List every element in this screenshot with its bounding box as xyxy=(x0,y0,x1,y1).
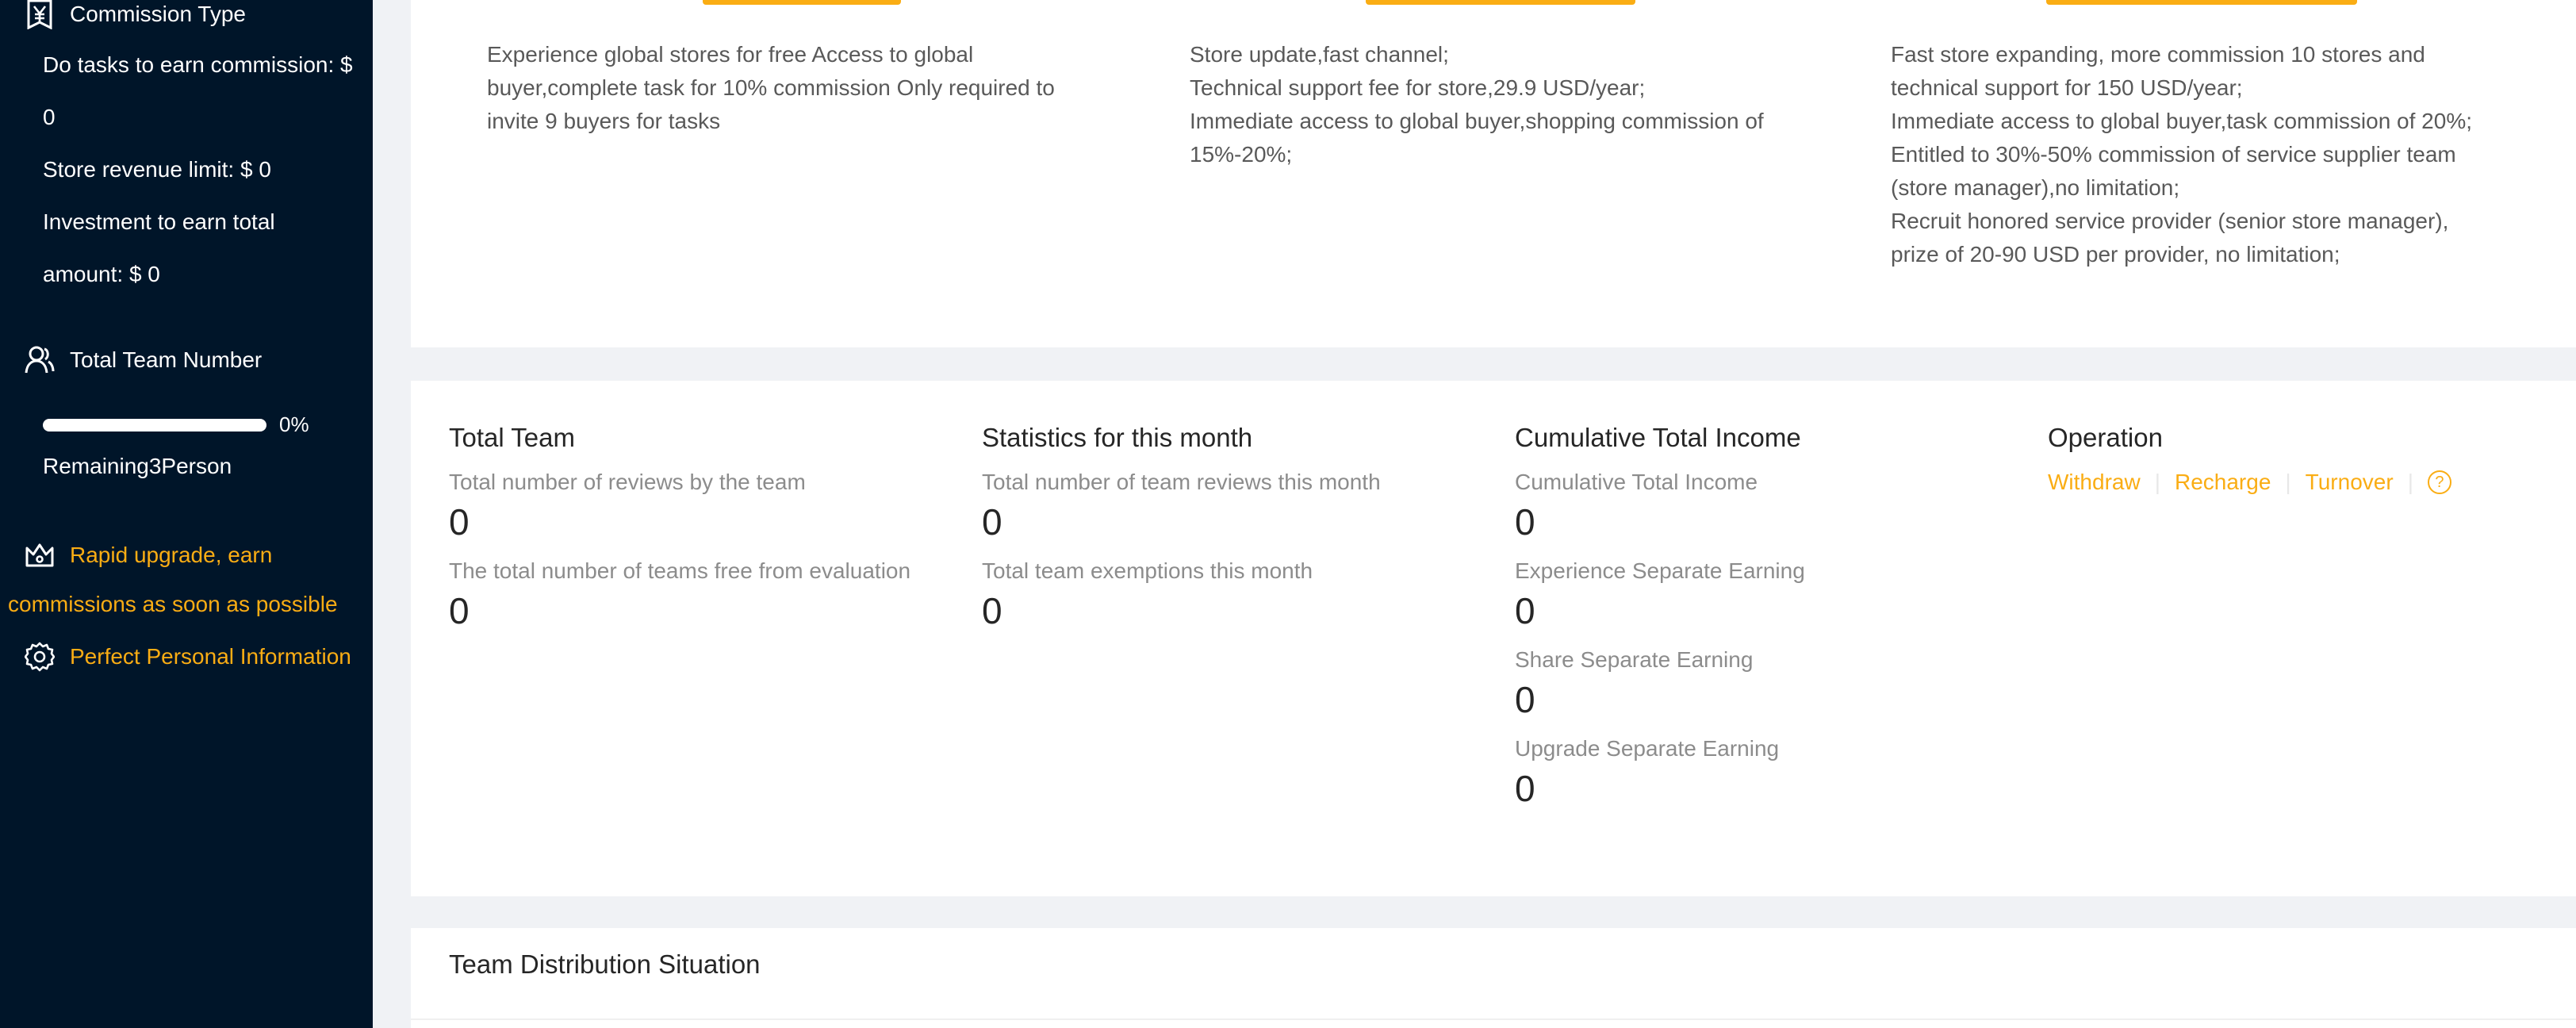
divider: | xyxy=(2407,470,2413,494)
plan-description-line: 15%-20%; xyxy=(1190,142,1293,167)
experience-earning-label: Experience Separate Earning xyxy=(1515,558,1805,583)
cumulative-income-section: Cumulative Total Income Cumulative Total… xyxy=(1515,420,1805,822)
operation-section: Operation Withdraw | Recharge | Turnover… xyxy=(2048,420,2451,498)
plan-description-line: Store update,fast channel; xyxy=(1190,42,1449,67)
total-income-value: 0 xyxy=(1515,501,1535,543)
operation-title: Operation xyxy=(2048,423,2163,452)
team-distribution-title: Team Distribution Situation xyxy=(449,949,761,979)
month-exemptions-label: Total team exemptions this month xyxy=(982,558,1313,583)
team-free-value: 0 xyxy=(449,590,470,631)
remaining-text: Remaining3Person xyxy=(43,454,232,478)
plan-description-line: Entitled to 30%-50% commission of servic… xyxy=(1891,142,2456,167)
plan-description-line: Fast store expanding, more commission 10… xyxy=(1891,42,2425,67)
plan-3-description: Fast store expanding, more commission 10… xyxy=(1891,38,2472,271)
month-reviews-value: 0 xyxy=(982,501,1002,543)
plan-description-line: Recruit honored service provider (senior… xyxy=(1891,209,2449,233)
plan-3-button-edge[interactable] xyxy=(2046,0,2357,5)
sidebar: Commission Type Do tasks to earn commiss… xyxy=(0,0,373,1028)
team-free-label: The total number of teams free from eval… xyxy=(449,558,911,583)
plan-description-line: (store manager),no limitation; xyxy=(1891,175,2180,200)
turnover-link[interactable]: Turnover xyxy=(2306,466,2394,498)
team-reviews-label: Total number of reviews by the team xyxy=(449,470,806,494)
total-income-label: Cumulative Total Income xyxy=(1515,470,1758,494)
plan-description-line: Immediate access to global buyer,shoppin… xyxy=(1190,109,1764,133)
plan-1-description: Experience global stores for free Access… xyxy=(487,38,1055,138)
upgrade-row[interactable]: Rapid upgrade, earn xyxy=(24,539,272,571)
yen-badge-icon xyxy=(24,0,56,30)
total-team-title: Total Team xyxy=(449,423,575,452)
plan-2-description: Store update,fast channel; Technical sup… xyxy=(1190,38,1764,171)
upgrade-link[interactable]: Rapid upgrade, earn xyxy=(70,543,272,568)
divider: | xyxy=(2154,470,2160,494)
plan-description-line: Experience global stores for free Access… xyxy=(487,42,974,67)
progress-track xyxy=(43,418,266,432)
gear-icon xyxy=(24,641,56,673)
plan-description-line: Immediate access to global buyer,task co… xyxy=(1891,109,2473,133)
plan-2-button-edge[interactable] xyxy=(1366,0,1635,5)
divider xyxy=(411,1018,2576,1020)
store-revenue-text: Store revenue limit: $ 0 xyxy=(43,157,271,182)
personal-info-link[interactable]: Perfect Personal Information xyxy=(70,644,351,669)
progress-percent: 0% xyxy=(279,412,309,436)
plan-description-line: prize of 20-90 USD per provider, no limi… xyxy=(1891,242,2340,267)
tasks-commission-text: Do tasks to earn commission: $ xyxy=(43,52,353,77)
plan-1-button-edge[interactable] xyxy=(703,0,901,5)
monthly-stats-title: Statistics for this month xyxy=(982,423,1253,452)
team-distribution-card: Team Distribution Situation xyxy=(411,928,2576,1028)
divider: | xyxy=(2285,470,2291,494)
plan-description-line: invite 9 buyers for tasks xyxy=(487,109,721,133)
membership-plans-card: Experience global stores for free Access… xyxy=(411,0,2576,347)
investment-amount: amount: $ 0 xyxy=(43,262,160,286)
monthly-stats-section: Statistics for this month Total number o… xyxy=(982,420,1381,644)
month-exemptions-value: 0 xyxy=(982,590,1002,631)
team-icon xyxy=(24,344,56,376)
team-progress: 0% xyxy=(43,412,309,437)
recharge-link[interactable]: Recharge xyxy=(2175,466,2271,498)
upgrade-earning-label: Upgrade Separate Earning xyxy=(1515,736,1780,761)
team-number-label: Total Team Number xyxy=(70,347,263,372)
investment-text: Investment to earn total xyxy=(43,209,275,234)
share-earning-value: 0 xyxy=(1515,679,1535,720)
cumulative-income-title: Cumulative Total Income xyxy=(1515,423,1801,452)
team-reviews-value: 0 xyxy=(449,501,470,543)
upgrade-earning-value: 0 xyxy=(1515,768,1535,809)
share-earning-label: Share Separate Earning xyxy=(1515,647,1754,672)
experience-earning-value: 0 xyxy=(1515,590,1535,631)
total-team-section: Total Team Total number of reviews by th… xyxy=(449,420,910,644)
personal-info-row[interactable]: Perfect Personal Information xyxy=(24,641,351,673)
plan-description-line: Technical support fee for store,29.9 USD… xyxy=(1190,75,1646,100)
team-number-row: Total Team Number xyxy=(24,344,262,376)
withdraw-link[interactable]: Withdraw xyxy=(2048,466,2141,498)
plan-description-line: buyer,complete task for 10% commission O… xyxy=(487,75,1055,100)
crown-icon xyxy=(24,539,56,571)
operation-links: Withdraw | Recharge | Turnover | ? xyxy=(2048,466,2451,498)
commission-type-row: Commission Type xyxy=(24,0,246,30)
plan-description-line: technical support for 150 USD/year; xyxy=(1891,75,2243,100)
month-reviews-label: Total number of team reviews this month xyxy=(982,470,1381,494)
upgrade-link-continued[interactable]: commissions as soon as possible xyxy=(8,592,338,617)
question-circle-icon[interactable]: ? xyxy=(2427,470,2451,494)
tasks-commission-value: 0 xyxy=(43,105,56,129)
commission-type-label: Commission Type xyxy=(70,2,247,26)
